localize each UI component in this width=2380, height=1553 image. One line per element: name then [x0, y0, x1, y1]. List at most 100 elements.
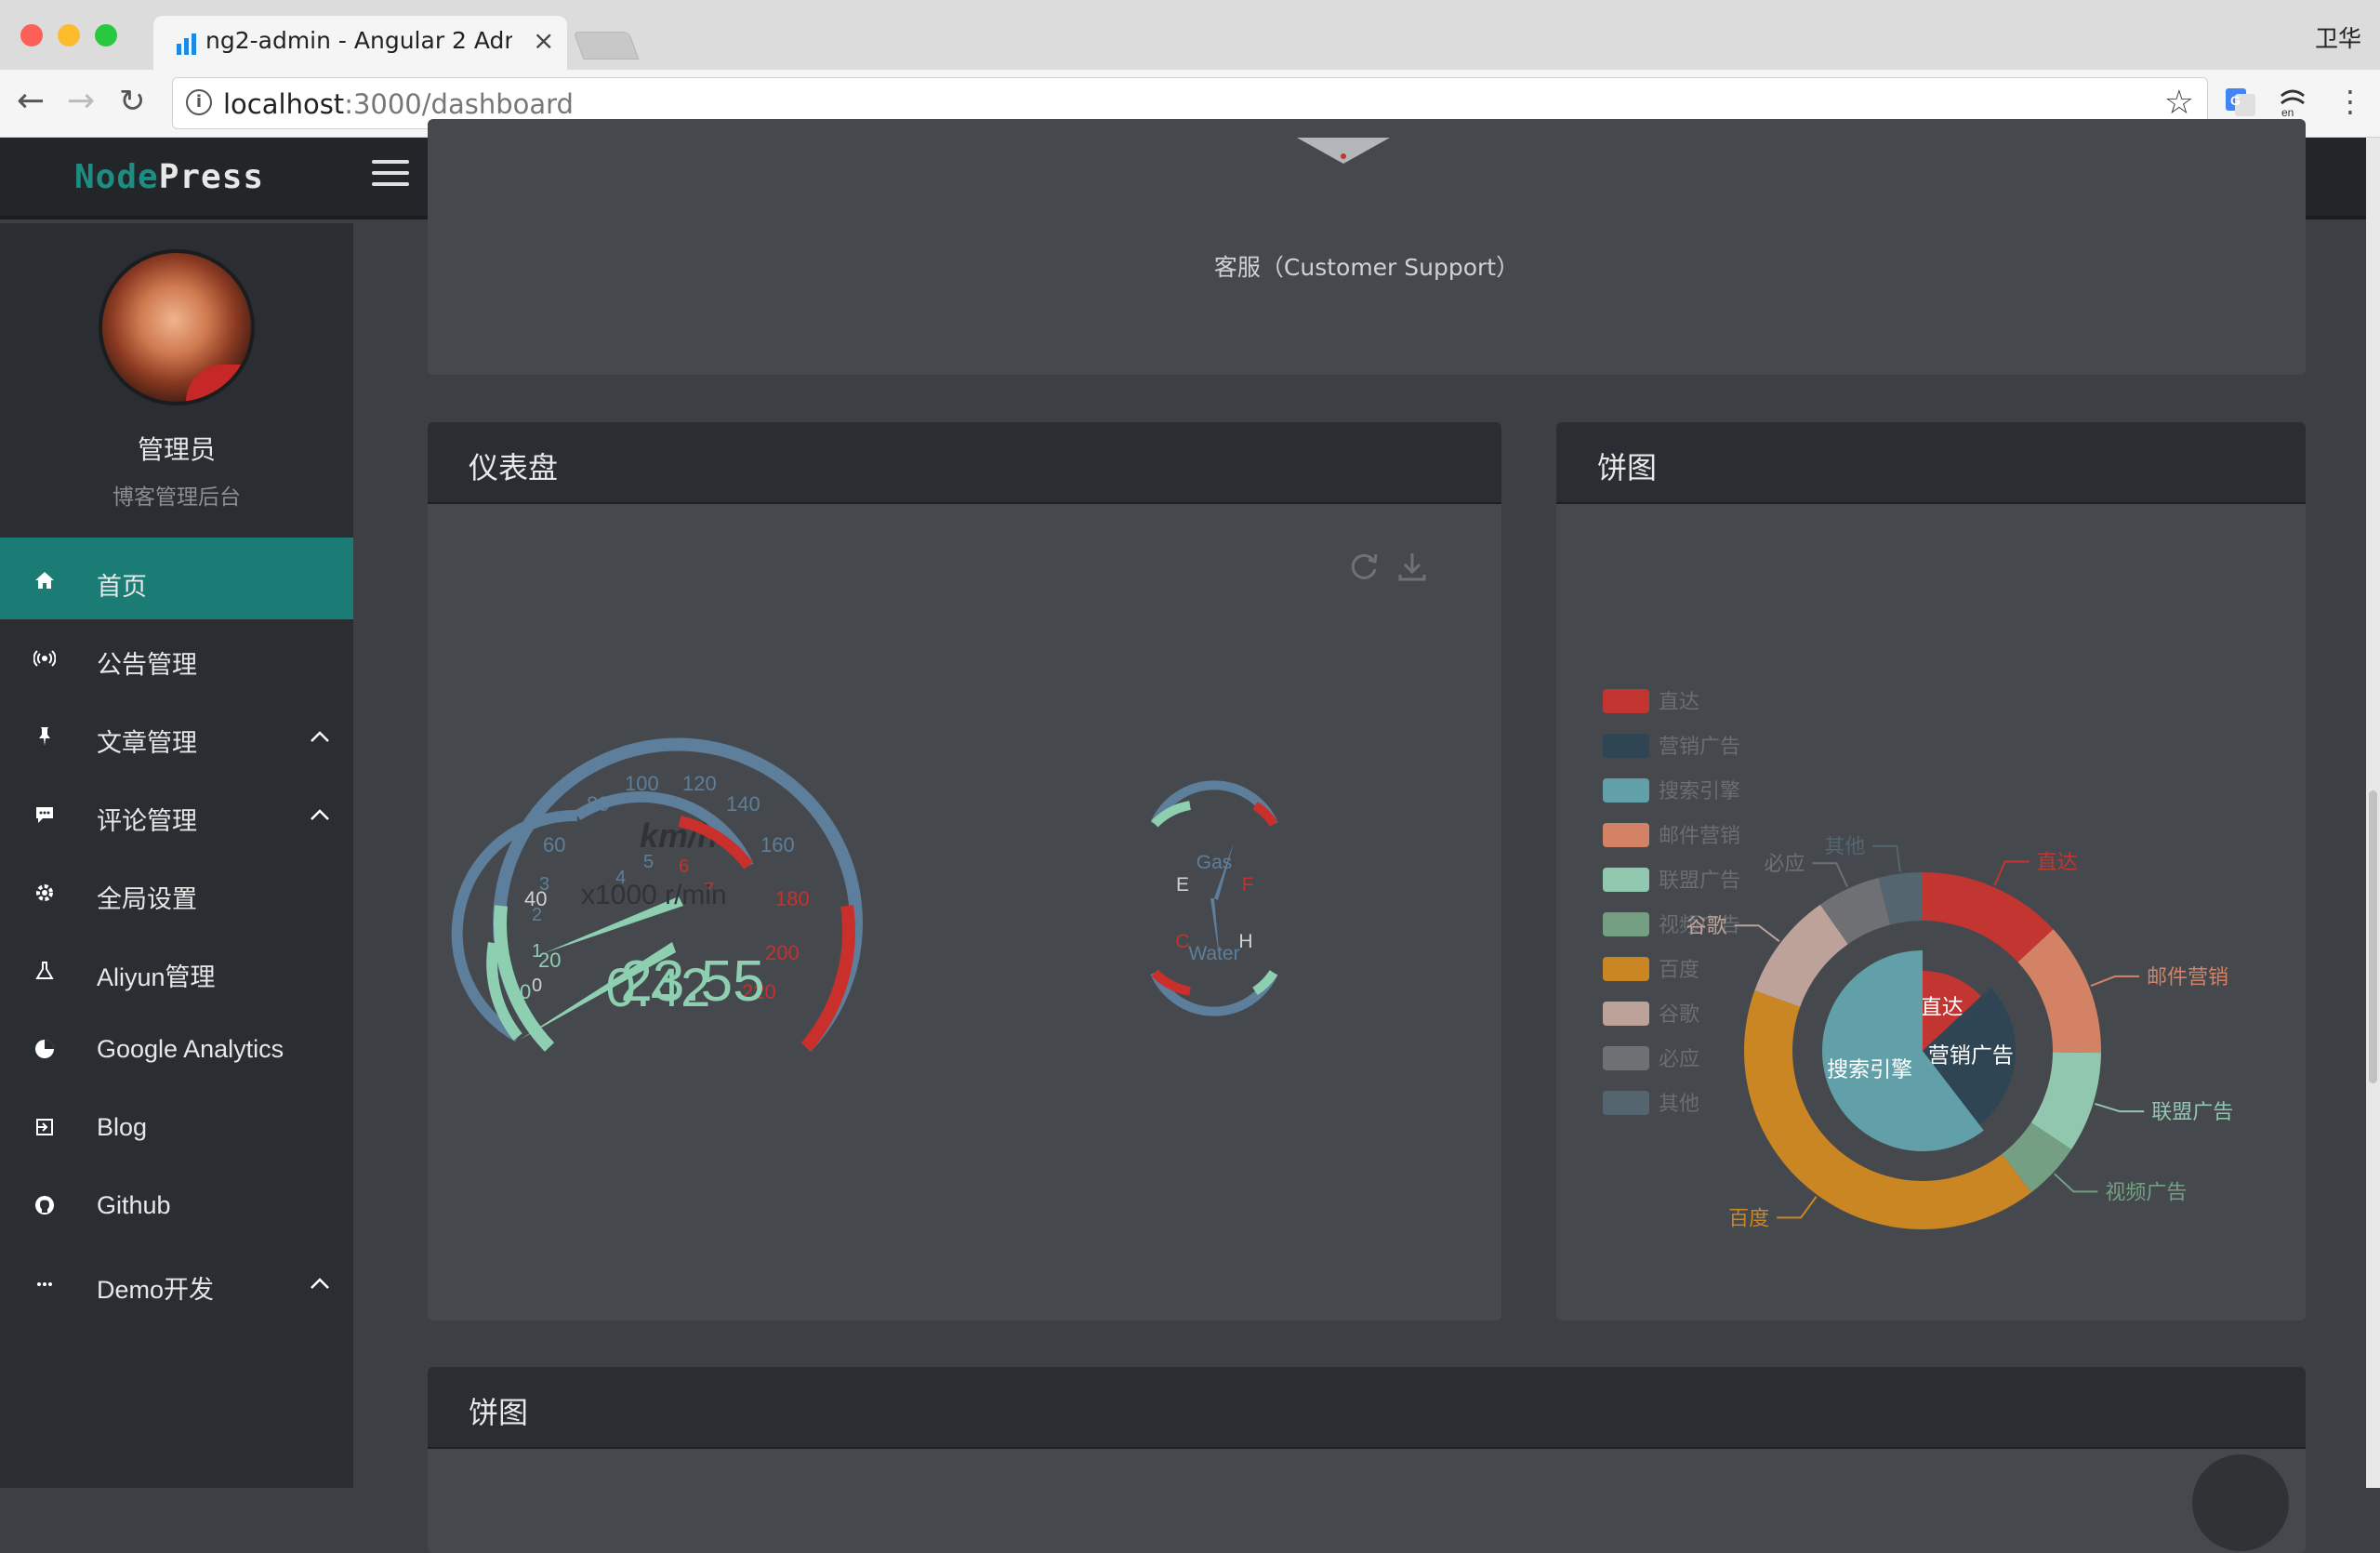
close-window-button[interactable] — [20, 24, 43, 46]
pie-label-line — [1812, 862, 1848, 888]
pie-inner-ring: 直达营销广告搜索引擎 — [1822, 950, 2016, 1151]
gauge-chart: 0 20 40 60 80 100 120 140 160 180 200 22… — [451, 737, 1278, 1052]
sidebar-item-label: Aliyun管理 — [97, 963, 216, 991]
bookmark-star-icon[interactable]: ☆ — [2164, 84, 2194, 122]
browser-tab[interactable]: ng2-admin - Angular 2 Admin × — [153, 16, 567, 70]
translate-extension-icon[interactable]: G — [2224, 85, 2257, 118]
url-text[interactable]: localhost:3000/dashboard — [223, 88, 574, 120]
pie-label-line — [1777, 1196, 1818, 1219]
legend-label[interactable]: 邮件营销 — [1659, 824, 1740, 847]
legend-label[interactable]: 百度 — [1659, 958, 1699, 981]
legend-swatch[interactable] — [1603, 823, 1649, 847]
rpm-tick-label: 1 — [532, 941, 542, 962]
legend-swatch[interactable] — [1603, 778, 1649, 803]
back-arrow-icon[interactable]: ← — [17, 83, 45, 120]
chevron-up-icon[interactable] — [309, 1272, 331, 1294]
app-root: NodePress 5 5 管理员 博客管理后台 — [0, 119, 2366, 1553]
sidebar-item-announcements[interactable]: 公告管理 — [0, 619, 353, 697]
sidebar-avatar[interactable] — [99, 249, 255, 405]
rpm-tick-label: 5 — [643, 852, 654, 872]
pie-label-line — [1734, 924, 1780, 943]
sidebar-item-label: 文章管理 — [97, 729, 197, 757]
tab-title: ng2-admin - Angular 2 Admin — [205, 27, 512, 54]
fuel-full-label: F — [1242, 874, 1254, 896]
tab-close-icon[interactable]: × — [533, 25, 554, 56]
minimize-window-button[interactable] — [58, 24, 80, 46]
sidebar-item-settings[interactable]: 全局设置 — [0, 854, 353, 932]
scrollbar-thumb[interactable] — [2369, 790, 2377, 1083]
legend-label[interactable]: 直达 — [1659, 690, 1699, 713]
menu-toggle-icon[interactable] — [372, 160, 409, 188]
rpm-unit: x1000 r/min — [581, 880, 727, 910]
pie-legend: 直达营销广告搜索引擎邮件营销联盟广告视频广告百度谷歌必应其他 — [1603, 689, 1740, 1115]
pie-label-line — [2090, 975, 2140, 987]
pie-outer-label: 直达 — [2037, 850, 2078, 873]
legend-swatch[interactable] — [1603, 1091, 1649, 1115]
svg-text:en: en — [2281, 106, 2294, 118]
dictionary-extension-icon[interactable]: en — [2276, 85, 2309, 118]
chevron-up-icon[interactable] — [309, 803, 331, 826]
pie-outer-label: 联盟广告 — [2151, 1100, 2233, 1123]
pie-outer-label: 百度 — [1728, 1206, 1769, 1229]
speed-tick-label: 140 — [726, 792, 760, 816]
legend-swatch[interactable] — [1603, 957, 1649, 981]
legend-swatch[interactable] — [1603, 734, 1649, 758]
pie-chart-icon — [35, 1040, 54, 1058]
sidebar-item-comments[interactable]: 评论管理 — [0, 776, 353, 854]
pie-inner-label: 营销广告 — [1928, 1042, 2014, 1067]
legend-swatch[interactable] — [1603, 1002, 1649, 1026]
logo[interactable]: NodePress — [74, 158, 264, 196]
sidebar-item-articles[interactable]: 文章管理 — [0, 697, 353, 776]
info-icon[interactable]: i — [186, 89, 212, 115]
maximize-window-button[interactable] — [95, 24, 117, 46]
new-tab-button[interactable] — [573, 32, 640, 60]
browser-profile-name[interactable]: 卫华 — [2315, 20, 2361, 54]
sidebar-item-aliyun[interactable]: Aliyun管理 — [0, 932, 353, 1010]
pie-chart: 直达营销广告搜索引擎邮件营销联盟广告视频广告百度谷歌必应其他 直达营销广告搜索引… — [1603, 689, 2233, 1229]
gear-icon — [36, 884, 53, 901]
forward-arrow-icon[interactable]: → — [67, 83, 95, 120]
home-icon — [35, 572, 54, 589]
legend-label[interactable]: 必应 — [1659, 1047, 1699, 1070]
sidebar-item-blog[interactable]: Blog — [0, 1088, 353, 1166]
sidebar-item-label: Demo开发 — [97, 1276, 215, 1304]
speed-tick-label: 120 — [682, 772, 717, 795]
pie-label-line — [2095, 1102, 2145, 1113]
bar-chart-icon — [177, 33, 196, 55]
bottom-pie-card-header: 饼图 — [428, 1367, 2306, 1449]
legend-swatch[interactable] — [1603, 1046, 1649, 1070]
browser-menu-icon[interactable]: ⋮ — [2335, 83, 2365, 120]
sidebar-item-label: 评论管理 — [97, 807, 197, 835]
pie-label-line — [2054, 1173, 2098, 1193]
back-to-top-button[interactable] — [2192, 1454, 2289, 1551]
sidebar-user-role: 博客管理后台 — [112, 485, 241, 510]
pie-outer-label: 其他 — [1824, 835, 1865, 858]
sidebar-item-label: 首页 — [97, 573, 147, 601]
sidebar-item-google-analytics[interactable]: Google Analytics — [0, 1010, 353, 1088]
sidebar-item-label: Google Analytics — [97, 1035, 284, 1063]
reload-icon[interactable]: ↻ — [119, 83, 146, 120]
legend-label[interactable]: 搜索引擎 — [1659, 779, 1740, 803]
sidebar-item-github[interactable]: Github — [0, 1166, 353, 1244]
sidebar-item-label: 公告管理 — [97, 651, 197, 679]
legend-label[interactable]: 其他 — [1659, 1092, 1699, 1115]
legend-swatch[interactable] — [1603, 689, 1649, 713]
bottom-pie-card: 饼图 — [428, 1367, 2306, 1553]
rpm-tick-label: 2 — [532, 905, 542, 925]
legend-label[interactable]: 联盟广告 — [1659, 869, 1740, 892]
rpm-tick-label: 3 — [539, 874, 549, 895]
sidebar-item-home[interactable]: 首页 — [0, 541, 353, 619]
legend-label[interactable]: 谷歌 — [1659, 1002, 1699, 1026]
sidebar-item-demo[interactable]: Demo开发 — [0, 1244, 353, 1322]
water-hot-label: H — [1238, 931, 1252, 952]
sign-in-icon — [36, 1119, 53, 1135]
legend-label[interactable]: 营销广告 — [1659, 735, 1740, 758]
sidebar-nav: 首页 公告管理 文章管理 评论管理 全局设置 Aliyun管理 Google A… — [0, 541, 353, 1322]
speed-tick-label: 200 — [765, 941, 800, 964]
pin-icon — [39, 727, 50, 746]
legend-swatch[interactable] — [1603, 868, 1649, 892]
speed-tick-label: 160 — [760, 833, 795, 856]
legend-swatch[interactable] — [1603, 912, 1649, 936]
chevron-up-icon[interactable] — [309, 725, 331, 748]
sidebar-item-label: Blog — [97, 1113, 148, 1141]
